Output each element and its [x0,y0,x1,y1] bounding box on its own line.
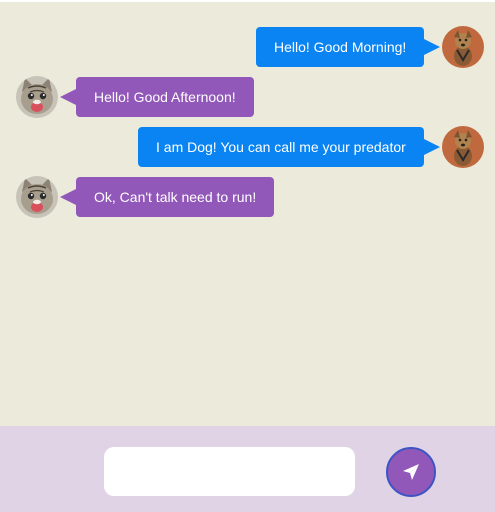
message-bubble: Hello! Good Morning! [256,27,440,67]
message-bubble: Hello! Good Afternoon! [60,77,254,117]
message-text: Hello! Good Afternoon! [94,89,236,105]
send-button[interactable] [386,447,436,497]
message-input[interactable] [104,447,355,496]
message-text: I am Dog! You can call me your predator [156,139,406,155]
composer-bar [0,426,495,512]
dog-avatar-icon [442,26,484,68]
cat-avatar-icon [16,176,58,218]
cat-avatar-icon [16,76,58,118]
send-icon [403,464,419,480]
dog-avatar-icon [442,126,484,168]
message-text: Hello! Good Morning! [274,39,407,55]
message-bubble: I am Dog! You can call me your predator [138,127,440,167]
message-text: Ok, Can't talk need to run! [94,189,257,205]
chat-area: Hello! Good Morning! Hello! Good Afterno… [0,2,495,426]
message-bubble: Ok, Can't talk need to run! [60,177,274,217]
